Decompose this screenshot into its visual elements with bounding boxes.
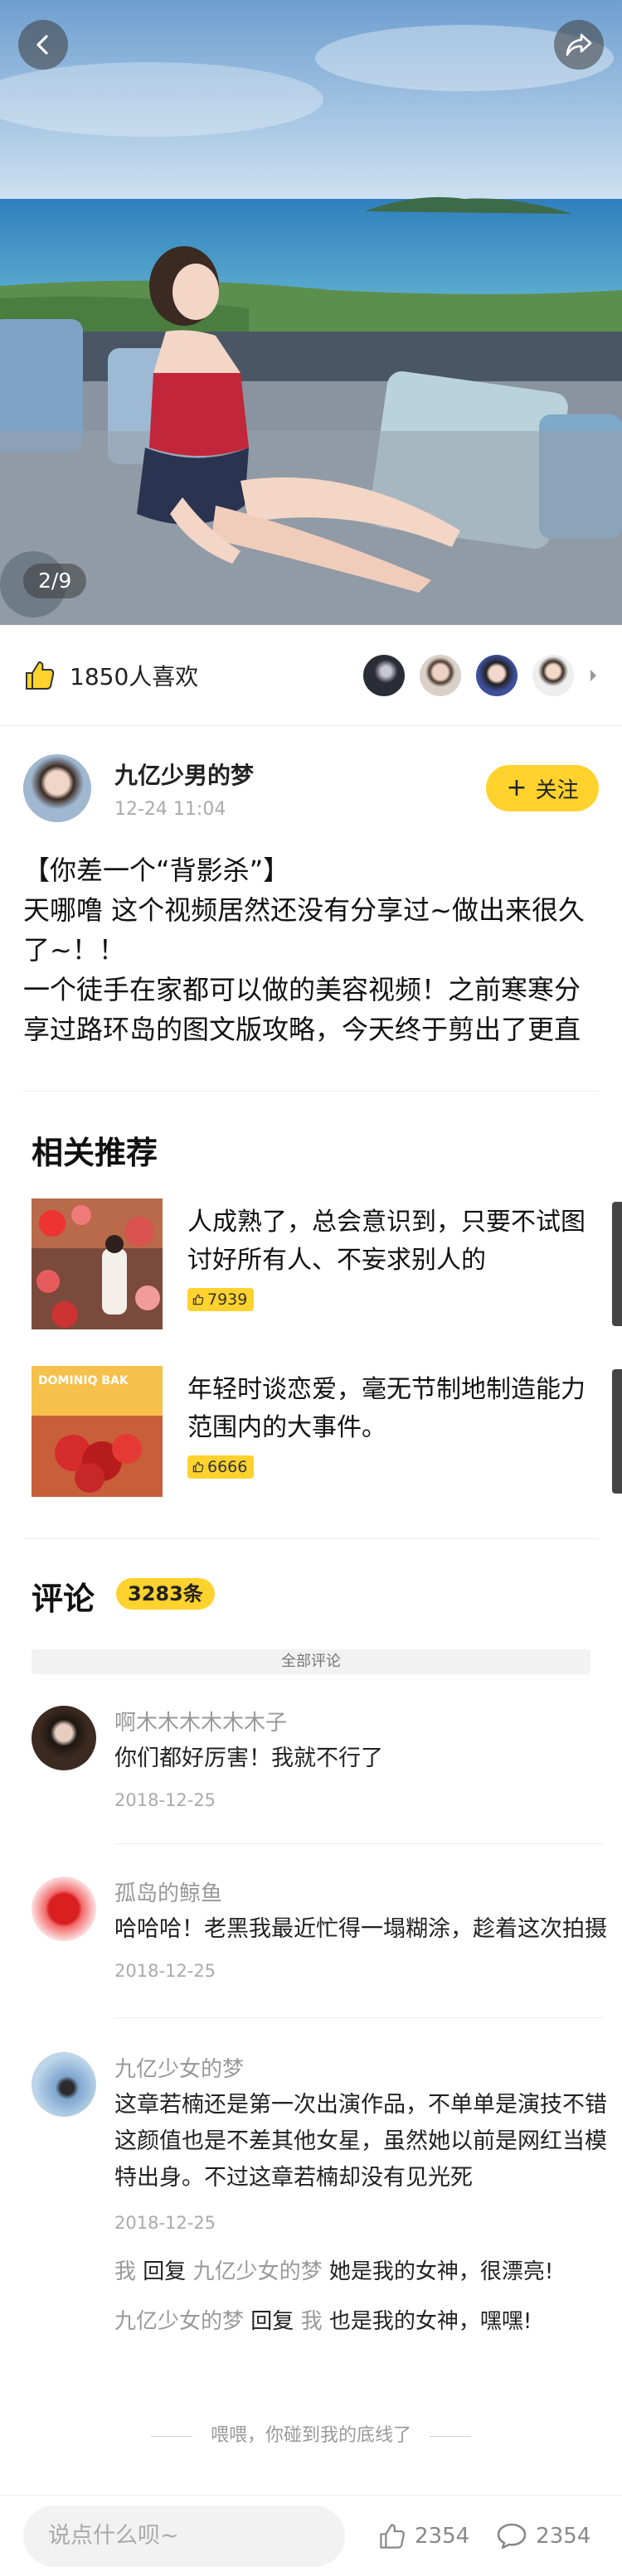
follow-button[interactable]: + 关注 <box>486 765 599 811</box>
related-thumbnail <box>32 1198 163 1329</box>
reply-text: 也是我的女神，嘿嘿! <box>328 2309 532 2334</box>
liker-avatar <box>532 654 574 696</box>
liker-avatar <box>476 654 518 696</box>
thumbs-up-icon <box>26 661 55 690</box>
post-time: 12-24 11:04 <box>114 798 226 820</box>
commenter-avatar[interactable] <box>32 1706 96 1770</box>
comments-title: 评论 <box>32 1581 95 1617</box>
likes-count-text: 1850人喜欢 <box>70 662 199 690</box>
comment-item[interactable]: 孤岛的鲸鱼 哈哈哈！老黑我最近忙得一塌糊涂，趁着这次拍摄 2018-12-25 <box>32 1876 607 2001</box>
comment-date: 2018-12-25 <box>114 2213 216 2233</box>
comment-date: 2018-12-25 <box>114 1961 216 1981</box>
dash-right <box>430 2435 471 2437</box>
end-of-list-notice: 喂喂，你碰到我的底线了 <box>0 2420 622 2447</box>
like-count: 2354 <box>415 2523 470 2549</box>
follow-label: 关注 <box>535 777 579 803</box>
comment-text: 你们都好厉害！我就不行了 <box>114 1746 383 1771</box>
hero-photo[interactable]: 2/9 <box>0 0 622 625</box>
liker-avatars[interactable] <box>348 654 599 696</box>
related-item-title: 年轻时谈恋爱，毫无节制地制造能力范围内的大事件。 <box>187 1375 586 1442</box>
related-item-title: 人成熟了，总会意识到，只要不试图讨好所有人、不妄求别人的 <box>187 1208 586 1275</box>
divider <box>23 1091 599 1092</box>
comment-date: 2018-12-25 <box>114 1790 216 1810</box>
image-counter: 2/9 <box>23 564 87 598</box>
share-button[interactable] <box>554 20 604 70</box>
reply-verb: 回复 <box>143 2259 187 2284</box>
related-like-count: 6666 <box>207 1458 248 1476</box>
hero-photo-illustration <box>0 0 622 625</box>
post-line: 【你差一个“背影杀”】 <box>23 855 290 886</box>
related-like-badge: 7939 <box>187 1288 255 1311</box>
author-avatar[interactable] <box>23 754 91 822</box>
author-name[interactable]: 九亿少男的梦 <box>114 758 486 791</box>
related-title: 相关推荐 <box>32 1135 158 1171</box>
all-comments-tab[interactable]: 全部评论 <box>32 1649 590 1674</box>
commenter-name[interactable]: 九亿少女的梦 <box>114 2052 244 2083</box>
related-item[interactable]: 人成熟了，总会意识到，只要不试图讨好所有人、不妄求别人的 7939 <box>32 1198 622 1333</box>
reply-to[interactable]: 九亿少女的梦 <box>193 2259 323 2284</box>
related-like-badge: 6666 <box>187 1455 255 1479</box>
likes-row[interactable]: 1850人喜欢 <box>0 625 622 726</box>
end-of-list-text: 喂喂，你碰到我的底线了 <box>210 2425 411 2446</box>
reply-from[interactable]: 九亿少女的梦 <box>114 2309 244 2334</box>
related-item[interactable]: DOMINIQ BAK 年轻时谈恋爱，毫无节制地制造能力范围内的大事件。 666… <box>32 1366 622 1500</box>
commenter-name[interactable]: 啊木木木木木木子 <box>114 1706 287 1736</box>
chevron-right-icon <box>590 669 596 681</box>
comment-count-badge: 3283条 <box>116 1578 215 1610</box>
commenter-avatar[interactable] <box>32 2052 96 2117</box>
reply-item[interactable]: 九亿少女的梦 回复 我 也是我的女神，嘿嘿! <box>114 2304 532 2335</box>
commenter-avatar[interactable] <box>32 1876 96 1941</box>
comment-input[interactable] <box>23 2505 345 2567</box>
liker-avatar <box>363 654 405 696</box>
related-like-count: 7939 <box>207 1290 248 1309</box>
comment-text: 哈哈哈！老黑我最近忙得一塌糊涂，趁着这次拍摄 <box>114 1916 607 1942</box>
commenter-name[interactable]: 孤岛的鲸鱼 <box>114 1876 222 1907</box>
reply-from[interactable]: 我 <box>114 2259 136 2284</box>
thumbs-up-icon <box>380 2523 405 2549</box>
reply-to[interactable]: 我 <box>301 2309 323 2334</box>
comment-count: 2354 <box>536 2523 591 2549</box>
related-thumbnail-sign: DOMINIQ BAK <box>38 1374 129 1387</box>
dash-left <box>150 2435 192 2437</box>
thumbs-up-icon <box>192 1461 204 1473</box>
back-button[interactable] <box>18 20 68 70</box>
reply-item[interactable]: 我 回复 九亿少女的梦 她是我的女神，很漂亮! <box>114 2254 553 2285</box>
next-card-peek <box>612 1202 622 1326</box>
comment-item[interactable]: 啊木木木木木木子 你们都好厉害！我就不行了 2018-12-25 <box>32 1706 604 1830</box>
comment-button[interactable]: 2354 <box>496 2522 590 2550</box>
next-card-peek <box>612 1369 622 1494</box>
divider <box>23 1538 599 1539</box>
author-row: 九亿少男的梦 12-24 11:04 + 关注 <box>0 726 622 850</box>
share-icon <box>566 33 592 56</box>
thumbs-up-icon <box>192 1294 204 1305</box>
comment-text: 这章若楠还是第一次出演作品，不单单是演技不错这颜值也是不差其他女星，虽然她以前是… <box>114 2092 607 2191</box>
post-line: 天哪噜 这个视频居然还没有分享过~做出来很久了~！！ <box>23 894 585 966</box>
divider <box>114 1843 604 1844</box>
comment-icon <box>497 2523 527 2549</box>
bottom-action-bar: 2354 2354 <box>0 2495 622 2576</box>
reply-verb: 回复 <box>250 2309 294 2334</box>
back-icon <box>36 35 48 55</box>
post-body: 【你差一个“背影杀”】 天哪噜 这个视频居然还没有分享过~做出来很久了~！！ 一… <box>23 850 604 1049</box>
reply-text: 她是我的女神，很漂亮! <box>328 2259 554 2284</box>
divider <box>114 2017 604 2018</box>
post-line: 一个徒手在家都可以做的美容视频！之前寒寒分享过路环岛的图文版攻略，今天终于剪出了… <box>23 974 581 1045</box>
like-button[interactable]: 2354 <box>378 2522 469 2550</box>
liker-avatar <box>420 654 461 696</box>
plus-icon: + <box>506 773 527 802</box>
related-thumbnail: DOMINIQ BAK <box>32 1366 163 1497</box>
